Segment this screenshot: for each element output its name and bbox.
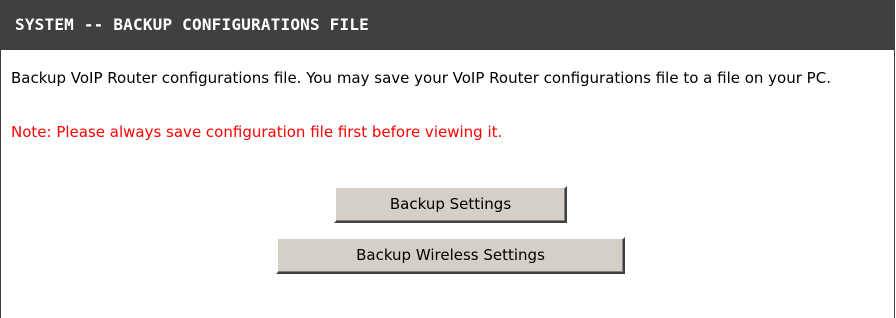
warning-note: Note: Please always save configuration f… bbox=[11, 123, 503, 141]
backup-wireless-settings-button[interactable]: Backup Wireless Settings bbox=[276, 237, 625, 274]
panel-title: SYSTEM -- BACKUP CONFIGURATIONS FILE bbox=[1, 0, 894, 50]
panel-description: Backup VoIP Router configurations file. … bbox=[11, 69, 831, 87]
backup-settings-button[interactable]: Backup Settings bbox=[334, 186, 567, 223]
backup-config-panel: SYSTEM -- BACKUP CONFIGURATIONS FILE Bac… bbox=[0, 0, 895, 318]
